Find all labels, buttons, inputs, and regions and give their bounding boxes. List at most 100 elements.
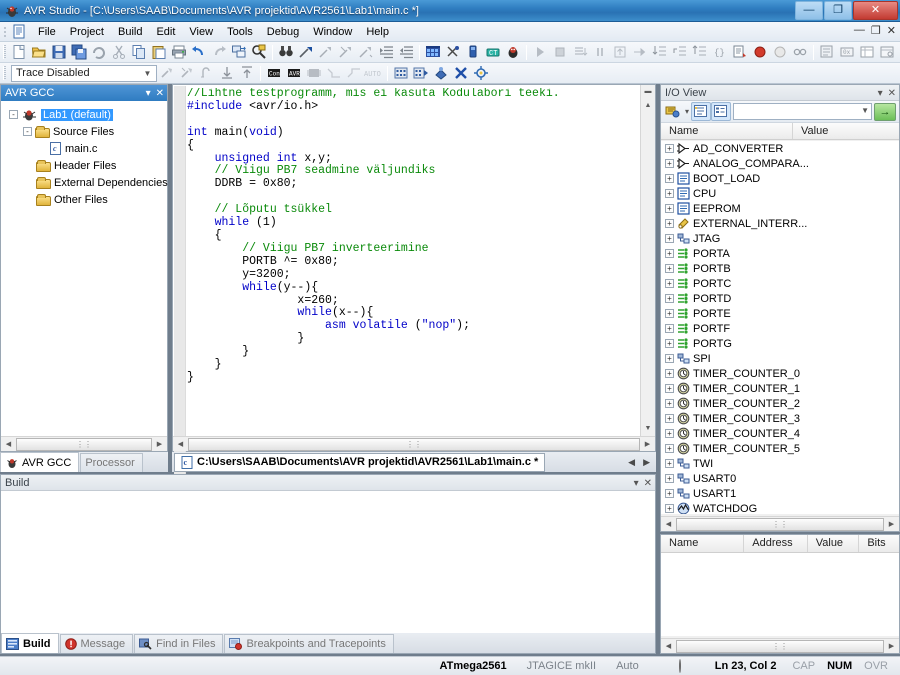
build-run-icon[interactable]: CT	[483, 43, 503, 62]
scroll-right-arrow[interactable]: ▶	[152, 437, 167, 451]
scroll-left-arrow[interactable]: ◀	[661, 517, 676, 531]
build-icon[interactable]	[423, 43, 443, 62]
expander-toggle[interactable]: +	[665, 399, 674, 408]
column-header-bits[interactable]: Bits	[859, 535, 899, 552]
scroll-left-arrow[interactable]: ◀	[661, 639, 676, 653]
menu-item-tools[interactable]: Tools	[220, 24, 260, 40]
expander-toggle[interactable]: +	[665, 459, 674, 468]
menu-item-debug[interactable]: Debug	[260, 24, 306, 40]
scroll-thumb[interactable]: ⋮⋮	[188, 438, 640, 451]
scroll-right-arrow[interactable]: ▶	[884, 639, 899, 653]
expander-toggle[interactable]: +	[665, 354, 674, 363]
clean-icon[interactable]	[463, 43, 483, 62]
io-view-row[interactable]: +EEPROM	[661, 201, 899, 216]
io-view-row[interactable]: +USART0	[661, 471, 899, 486]
io-view-row[interactable]: +WATCHDOG	[661, 501, 899, 514]
scroll-right-arrow[interactable]: ▶	[884, 517, 899, 531]
io-detail-list[interactable]	[661, 553, 899, 636]
trace-out-icon[interactable]	[237, 64, 257, 83]
prev-bookmark-icon[interactable]	[356, 43, 376, 62]
trace-in-icon[interactable]	[217, 64, 237, 83]
column-header-name[interactable]: Name	[661, 123, 793, 139]
code-line[interactable]: DDRB = 0x80;	[187, 178, 639, 191]
binoculars-icon[interactable]	[276, 43, 296, 62]
expander-toggle[interactable]: +	[665, 309, 674, 318]
scroll-up-arrow[interactable]: ▲	[641, 98, 655, 113]
expander-toggle[interactable]: +	[665, 489, 674, 498]
step-over-icon[interactable]	[670, 43, 690, 62]
auto-hide-button[interactable]: ▾	[146, 88, 151, 99]
expander-toggle[interactable]: +	[665, 339, 674, 348]
toggle-bookmark-icon[interactable]	[316, 43, 336, 62]
print-icon[interactable]	[169, 43, 189, 62]
expander-toggle[interactable]: +	[665, 249, 674, 258]
expander-toggle[interactable]: +	[665, 429, 674, 438]
auto-hide-button[interactable]: ▾	[634, 478, 639, 489]
expander-toggle[interactable]: +	[665, 324, 674, 333]
tab-prev-arrow[interactable]: ◀	[628, 457, 635, 468]
expander-toggle[interactable]: +	[665, 444, 674, 453]
expander-toggle[interactable]: +	[665, 504, 674, 513]
editor-code-text[interactable]: //Lihtne testprogramm, mis ei kasuta Kod…	[187, 88, 639, 435]
io-view-row[interactable]: +PORTF	[661, 321, 899, 336]
expander-toggle[interactable]: -	[23, 127, 32, 136]
io-view-icon[interactable]	[857, 43, 877, 62]
io-view-row[interactable]: +TIMER_COUNTER_3	[661, 411, 899, 426]
close-button[interactable]: ✕	[853, 1, 898, 20]
stop-debug-icon[interactable]	[570, 43, 590, 62]
expander-toggle[interactable]: +	[665, 204, 674, 213]
menu-item-window[interactable]: Window	[306, 24, 359, 40]
clear-bookmark-icon[interactable]	[336, 43, 356, 62]
disassembler-icon[interactable]	[817, 43, 837, 62]
trace-point-icon[interactable]	[157, 64, 177, 83]
tab-avr-gcc[interactable]: AVR GCC	[0, 452, 79, 472]
io-view-row[interactable]: +USART1	[661, 486, 899, 501]
disconnect-icon[interactable]	[451, 64, 471, 83]
column-header-value[interactable]: Value	[808, 535, 860, 552]
scroll-thumb[interactable]: ⋮⋮	[676, 518, 884, 531]
find-in-files-icon[interactable]	[249, 43, 269, 62]
io-view-row[interactable]: +JTAG	[661, 231, 899, 246]
code-line[interactable]: }	[187, 333, 639, 346]
device-chip-icon[interactable]	[304, 64, 324, 83]
build-output-text[interactable]	[1, 491, 655, 633]
rebuild-icon[interactable]	[443, 43, 463, 62]
io-go-button[interactable]: →	[874, 103, 896, 121]
io-search-input[interactable]: ▼	[733, 103, 872, 120]
code-line[interactable]: }	[187, 372, 639, 385]
signal-low-icon[interactable]	[324, 64, 344, 83]
chevron-down-icon[interactable]: ▼	[861, 106, 869, 115]
scroll-left-arrow[interactable]: ◀	[1, 437, 16, 451]
minimize-button[interactable]: —	[795, 1, 823, 20]
menu-item-edit[interactable]: Edit	[149, 24, 182, 40]
editor-vscrollbar[interactable]: ▬ ▲ ▼	[640, 85, 655, 436]
code-editor[interactable]: //Lihtne testprogramm, mis ei kasuta Kod…	[172, 84, 656, 452]
mdi-close-button[interactable]: ✕	[887, 24, 896, 37]
tab-message[interactable]: Message	[60, 634, 134, 653]
io-view-row[interactable]: +AD_CONVERTER	[661, 141, 899, 156]
expander-toggle[interactable]: +	[665, 174, 674, 183]
remove-trace-point-icon[interactable]	[177, 64, 197, 83]
io-view-row[interactable]: +TIMER_COUNTER_2	[661, 396, 899, 411]
detail-view-icon[interactable]	[711, 102, 731, 121]
chevron-down-icon[interactable]: ▾	[685, 107, 689, 116]
code-line[interactable]: while (1)	[187, 217, 639, 230]
io-view-row[interactable]: +PORTA	[661, 246, 899, 261]
code-line[interactable]: }	[187, 346, 639, 359]
io-detail-hscrollbar[interactable]: ◀ ⋮⋮ ▶	[661, 638, 899, 653]
io-view-row[interactable]: +TWI	[661, 456, 899, 471]
panel-close-button[interactable]: ✕	[156, 88, 164, 99]
scroll-thumb[interactable]: ⋮⋮	[676, 640, 884, 653]
toolbar-grip-standard[interactable]	[3, 45, 6, 59]
outdent-icon[interactable]	[396, 43, 416, 62]
break-icon[interactable]	[550, 43, 570, 62]
save-all-icon[interactable]	[69, 43, 89, 62]
replace-icon[interactable]	[229, 43, 249, 62]
mdi-restore-button[interactable]: ❐	[871, 24, 881, 37]
tree-node-project[interactable]: - Lab1 (default)	[5, 106, 167, 123]
io-view-row[interactable]: +BOOT_LOAD	[661, 171, 899, 186]
io-view-row[interactable]: +SPI	[661, 351, 899, 366]
io-view-row[interactable]: +ANALOG_COMPARA...	[661, 156, 899, 171]
settings-icon[interactable]	[471, 64, 491, 83]
tab-find-in-files[interactable]: Find in Files	[134, 634, 223, 653]
